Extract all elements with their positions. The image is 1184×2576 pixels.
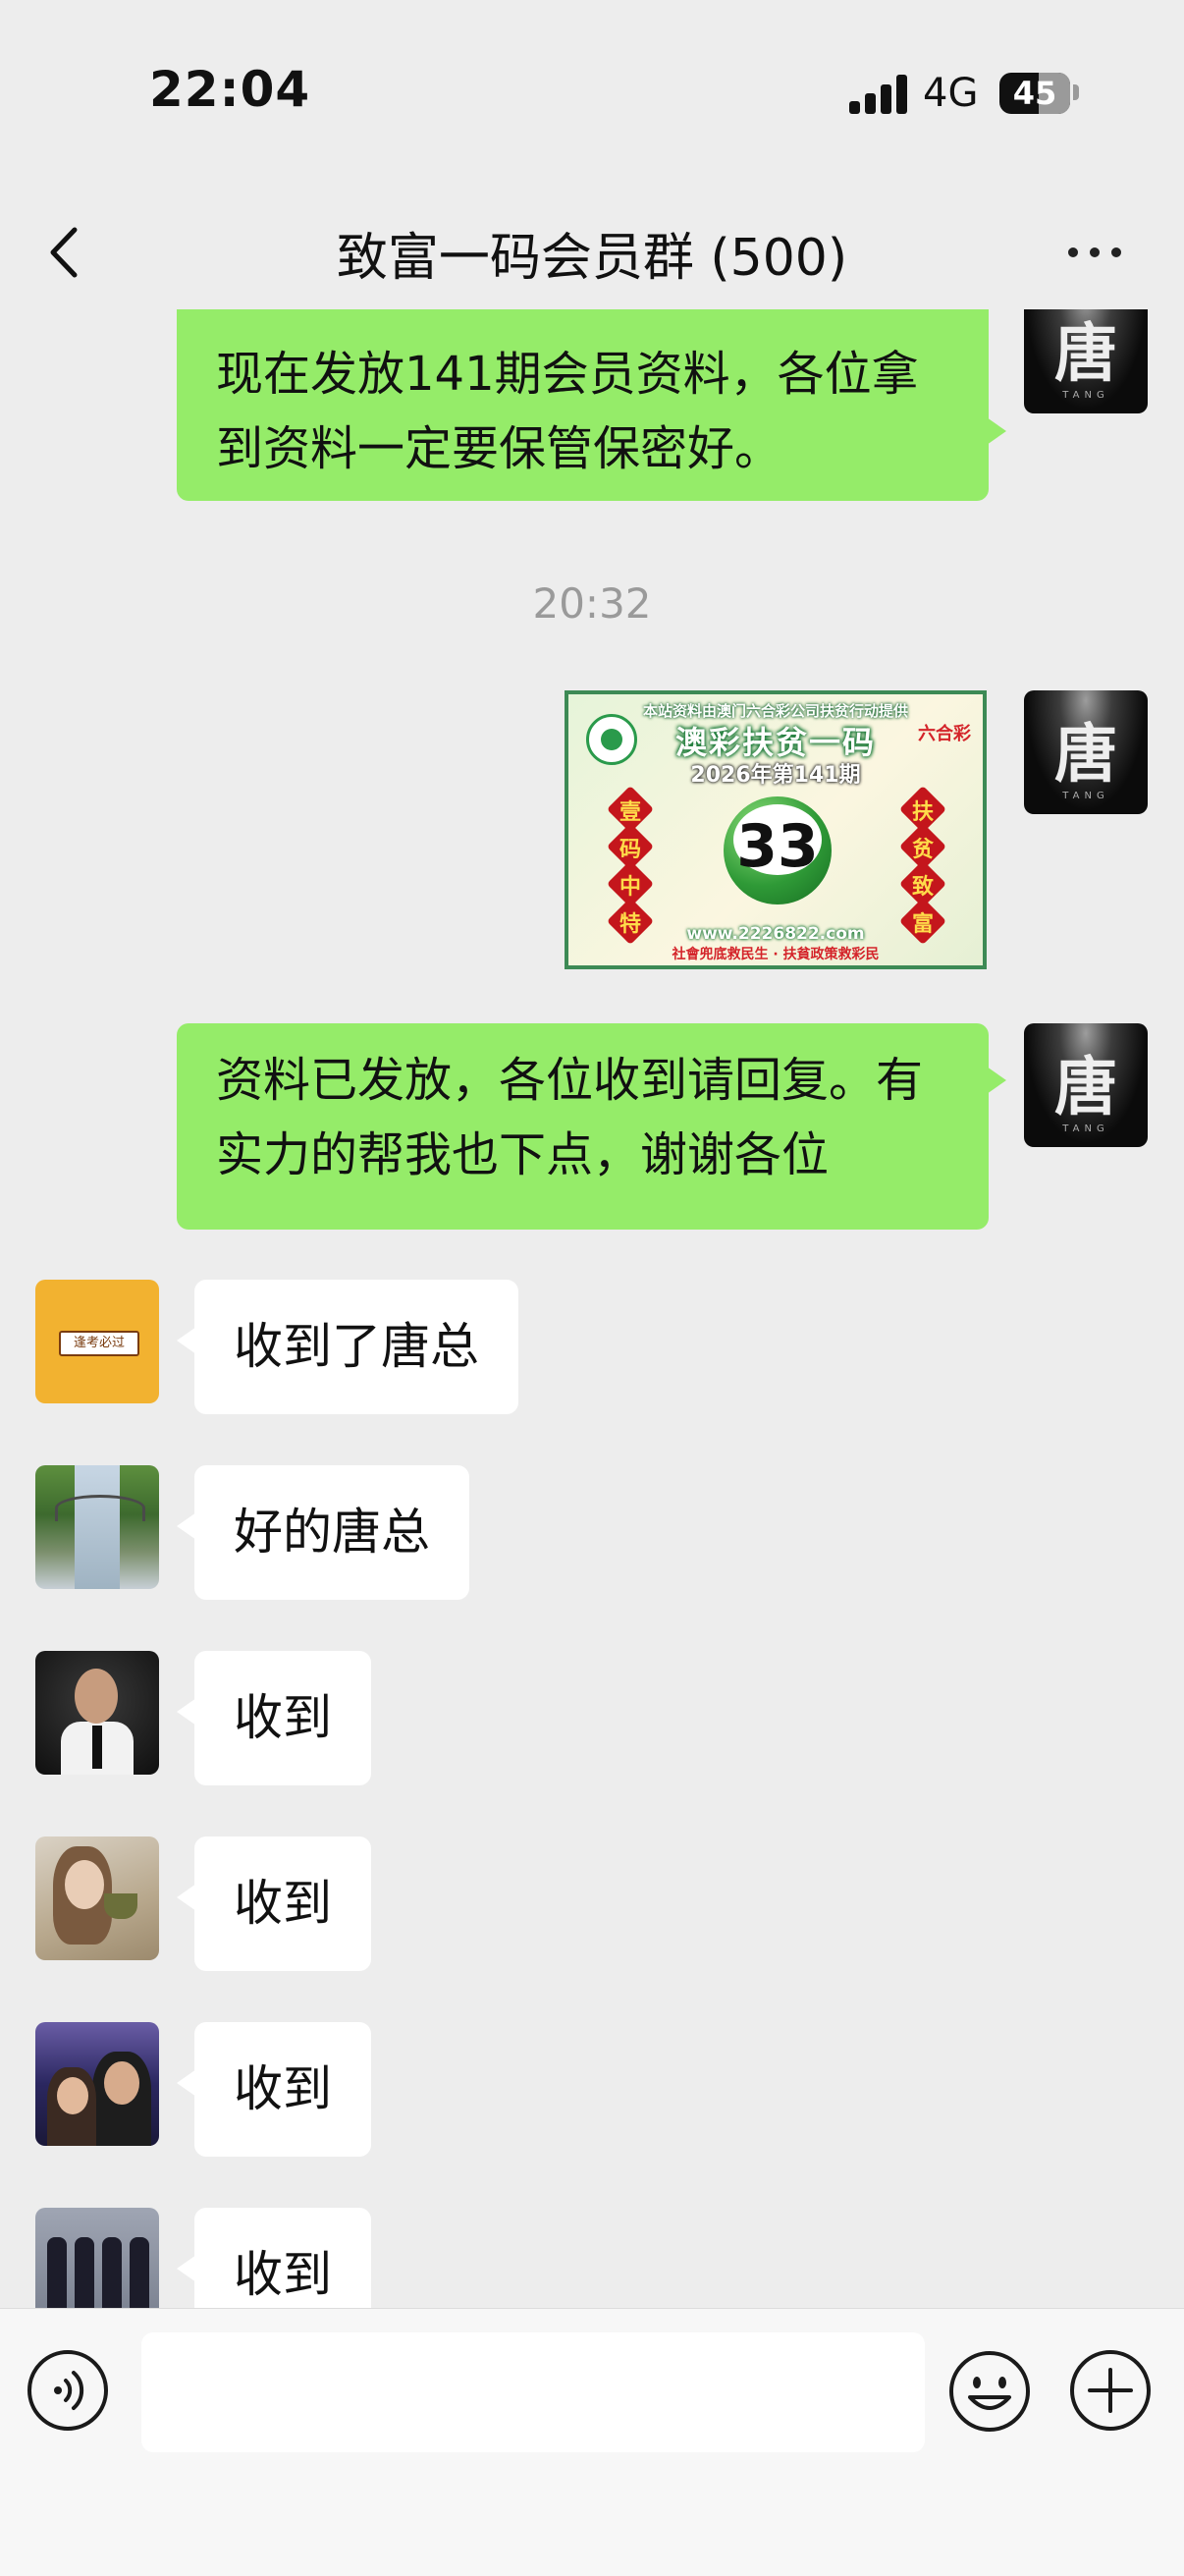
message-bubble-member[interactable]: 收到 [177,2022,371,2157]
message-bubble-self[interactable]: 资料已发放，各位收到请回复。有实力的帮我也下点，谢谢各位 [177,1023,1006,1230]
image-slogan: 社會兜底救民生 · 扶貧政策救彩民 [672,947,880,962]
message-text: 收到了唐总 [234,1318,479,1375]
message-bubble-member[interactable]: 收到 [177,2208,371,2308]
message-text: 收到 [234,1875,332,1932]
more-dots-icon[interactable] [1060,236,1129,265]
diamond-char: 致 [898,859,947,908]
emoji-icon[interactable] [946,2348,1033,2435]
image-period: 2026年第141期 [690,763,861,788]
avatar-char: 唐 [1054,1051,1117,1124]
signal-icon [849,75,908,114]
plus-icon[interactable] [1068,2348,1153,2433]
message-text: 现在发放141期会员资料，各位拿到资料一定要保管保密好。 [216,347,919,476]
battery-level: 45 [1012,75,1057,112]
message-input[interactable] [141,2332,925,2452]
voice-icon[interactable] [27,2350,108,2431]
avatar-sub: TANG [1062,390,1109,401]
message-text: 收到 [234,1689,332,1746]
member-avatar[interactable] [35,2022,159,2146]
lottery-image-message[interactable]: 本站资料由澳门六合彩公司扶贫行动提供 六合彩 澳彩扶贫一码 2026年第141期… [565,690,987,969]
self-avatar[interactable]: 唐 TANG [1024,309,1148,413]
message-bubble-member[interactable]: 收到 [177,1836,371,1971]
message-bubble-member[interactable]: 收到了唐总 [177,1280,518,1414]
avatar-sub: TANG [1062,791,1109,801]
ball-number: 33 [736,812,819,881]
member-avatar[interactable] [35,1465,159,1589]
message-bubble-member[interactable]: 好的唐总 [177,1465,469,1600]
battery-icon: 45 [999,73,1070,114]
message-text: 资料已发放，各位收到请回复。有实力的帮我也下点，谢谢各位 [216,1053,924,1182]
chat-area[interactable]: 现在发放141期会员资料，各位拿到资料一定要保管保密好。 #chat .bubb… [0,309,1184,2308]
member-avatar[interactable] [35,1651,159,1775]
avatar-char: 唐 [1054,317,1117,391]
diamond-char: 码 [606,822,655,871]
status-time: 22:04 [149,61,311,118]
diamond-char: 壹 [606,785,655,834]
self-avatar[interactable]: 唐 TANG [1024,690,1148,814]
diamond-char: 中 [606,859,655,908]
avatar-char: 唐 [1054,718,1117,792]
network-type: 4G [923,71,979,116]
member-avatar[interactable] [35,2208,159,2308]
avatar-sub: TANG [1062,1124,1109,1134]
input-bar [0,2308,1184,2576]
member-avatar[interactable] [35,1836,159,1960]
image-url: www.2226822.com [686,924,865,944]
battery-tip [1073,84,1079,100]
number-ball: 33 [724,796,832,904]
chat-title: 致富一码会员群 (500) [336,229,848,288]
message-bubble-self[interactable]: 现在发放141期会员资料，各位拿到资料一定要保管保密好。 [177,309,1006,501]
diamond-char: 贫 [898,822,947,871]
avatar-tag: 逢考必过 [59,1331,139,1356]
message-text: 收到 [234,2060,332,2117]
back-chevron-icon[interactable] [37,218,96,287]
diamond-char: 扶 [898,785,947,834]
message-text: 收到 [234,2246,332,2303]
message-bubble-member[interactable]: 收到 [177,1651,371,1785]
member-avatar[interactable]: 逢考必过 [35,1280,159,1403]
self-avatar[interactable]: 唐 TANG [1024,1023,1148,1147]
message-timestamp: 20:32 [532,579,652,628]
message-text: 好的唐总 [234,1504,430,1561]
